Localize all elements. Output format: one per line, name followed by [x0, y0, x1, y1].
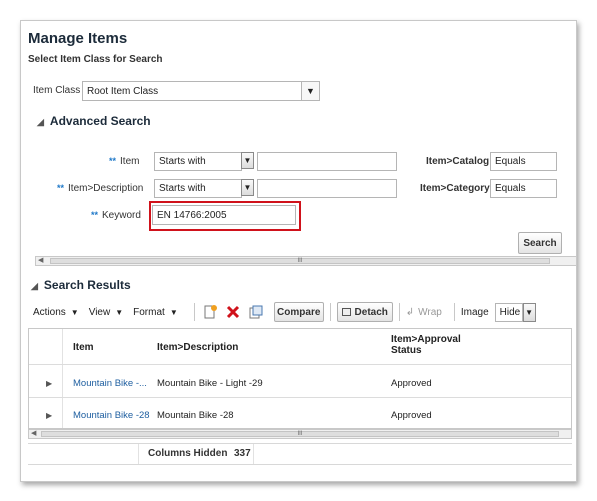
detach-button[interactable]: Detach: [336, 302, 393, 322]
caret-down-icon: ▼: [115, 307, 124, 317]
detach-icon: [341, 308, 351, 316]
image-select[interactable]: Hide: [494, 302, 523, 322]
item-category-operator[interactable]: Equals: [490, 179, 557, 198]
description-value-input[interactable]: [257, 179, 397, 198]
description-operator-value: Starts with: [159, 183, 206, 194]
delete-icon[interactable]: [224, 303, 242, 321]
advanced-search-title: Advanced Search: [49, 114, 151, 128]
image-label: Image: [460, 306, 489, 318]
compare-button[interactable]: Compare: [273, 302, 324, 322]
columns-hidden-label: Columns Hidden: [148, 448, 228, 459]
results-toolbar: Actions ▼ View ▼ Format ▼ Compare Detach ↲ W…: [33, 301, 536, 323]
row-status: Approved: [391, 410, 432, 421]
toolbar-separator: [398, 303, 400, 321]
item-link[interactable]: Mountain Bike -28: [73, 410, 150, 421]
description-operator-dropdown-icon[interactable]: ▼: [241, 179, 254, 196]
search-results-header[interactable]: ◢ Search Results: [31, 278, 131, 292]
item-label: ** Item: [109, 156, 140, 167]
page-title: Manage Items: [28, 30, 128, 47]
item-catalog-operator[interactable]: Equals: [490, 152, 557, 171]
export-icon[interactable]: [247, 303, 265, 321]
page-subtitle: Select Item Class for Search: [28, 54, 163, 65]
item-operator-value: Starts with: [159, 156, 206, 167]
search-button[interactable]: Search: [518, 232, 562, 254]
item-operator-select[interactable]: Starts with: [154, 152, 242, 171]
toolbar-separator: [453, 303, 455, 321]
caret-down-icon: ▼: [169, 307, 178, 317]
row-description: Mountain Bike - Light -29: [157, 378, 263, 389]
scroll-left-icon[interactable]: ◀: [31, 429, 36, 437]
item-description-label: ** Item>Description: [57, 183, 144, 194]
collapse-triangle-icon[interactable]: ◢: [37, 117, 44, 127]
row-description: Mountain Bike -28: [157, 410, 234, 421]
scrollbar-thumb[interactable]: III: [41, 431, 559, 437]
image-dropdown-icon[interactable]: ▼: [522, 302, 536, 322]
required-marker: **: [91, 210, 99, 220]
wrap-button[interactable]: ↲ Wrap: [406, 307, 442, 318]
column-header-item[interactable]: Item: [73, 342, 94, 353]
wrap-icon: ↲: [405, 306, 415, 318]
item-operator-dropdown-icon[interactable]: ▼: [241, 152, 254, 169]
chevron-down-icon[interactable]: ▼: [301, 82, 319, 100]
item-value-input[interactable]: [257, 152, 397, 171]
required-marker: **: [57, 183, 65, 193]
scrollbar-thumb[interactable]: III: [50, 258, 550, 264]
item-link[interactable]: Mountain Bike -...: [73, 378, 147, 389]
item-class-label: Item Class: [33, 85, 81, 96]
expand-row-icon[interactable]: ▶: [46, 411, 52, 420]
required-marker: **: [109, 156, 117, 166]
expand-row-icon[interactable]: ▶: [46, 379, 52, 388]
description-operator-select[interactable]: Starts with: [154, 179, 242, 198]
search-results-title: Search Results: [43, 278, 131, 292]
scroll-left-icon[interactable]: ◀: [38, 256, 43, 264]
column-header-approval-status[interactable]: Item>Approval Status: [391, 334, 471, 356]
row-status: Approved: [391, 378, 432, 389]
results-table: Item Item>Description Item>Approval Stat…: [28, 328, 572, 429]
item-category-label: Item>Category: [420, 183, 490, 194]
item-catalog-label: Item>Catalog: [426, 156, 490, 167]
keyword-highlight-box: [149, 201, 301, 231]
actions-menu[interactable]: Actions ▼: [33, 307, 79, 318]
create-item-icon[interactable]: [201, 303, 219, 321]
toolbar-separator: [193, 303, 195, 321]
item-class-select[interactable]: Root Item Class ▼: [82, 81, 320, 101]
toolbar-separator: [329, 303, 331, 321]
column-header-description[interactable]: Item>Description: [157, 342, 238, 353]
keyword-label: ** Keyword: [91, 210, 141, 221]
advanced-search-header[interactable]: ◢ Advanced Search: [37, 114, 151, 128]
results-scrollbar[interactable]: ◀ III: [28, 429, 572, 439]
caret-down-icon: ▼: [70, 307, 79, 317]
view-menu[interactable]: View ▼: [89, 307, 123, 318]
advanced-search-scrollbar[interactable]: ◀ III: [35, 256, 576, 266]
manage-items-window: Manage Items Select Item Class for Searc…: [20, 20, 577, 482]
format-menu[interactable]: Format ▼: [133, 307, 178, 318]
item-class-value: Root Item Class: [87, 85, 159, 97]
collapse-triangle-icon[interactable]: ◢: [31, 281, 38, 291]
columns-hidden-value: 337: [234, 448, 251, 459]
